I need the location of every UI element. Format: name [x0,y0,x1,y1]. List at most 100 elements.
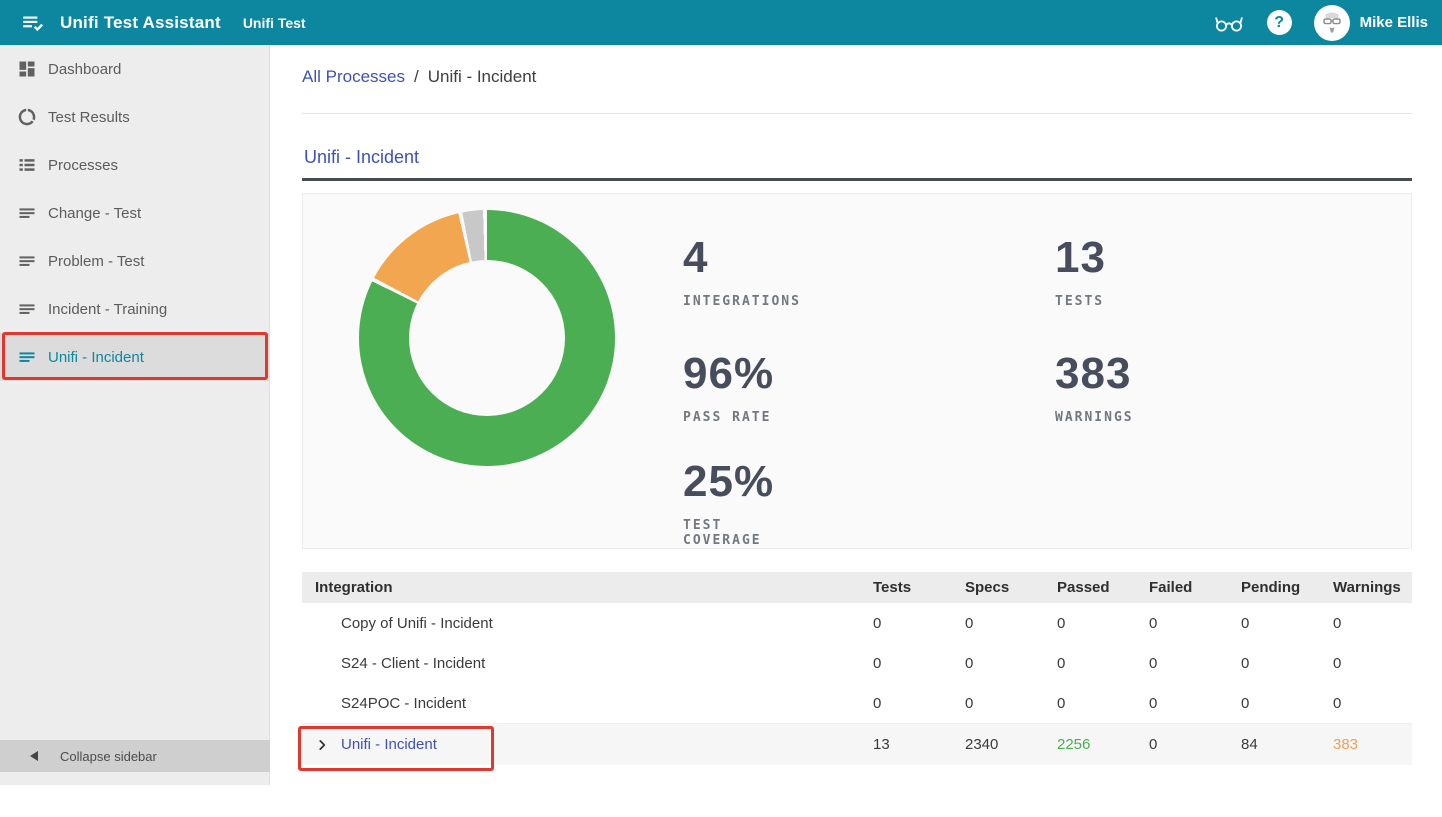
cell-passed: 0 [1057,655,1149,672]
top-bar: Unifi Test Assistant Unifi Test ? [0,0,1442,45]
cell-pending: 0 [1241,615,1333,632]
notes-icon [16,251,37,272]
notes-icon [16,299,37,320]
cell-warnings: 0 [1333,695,1412,712]
donut-hole [409,260,565,416]
sidebar-item-test-results[interactable]: Test Results [0,93,269,141]
sidebar-item-dashboard[interactable]: Dashboard [0,45,269,93]
stat-value: 96% [683,350,774,398]
sidebar-item-label: Test Results [48,109,130,126]
table-header: Integration Tests Specs Passed Failed Pe… [302,572,1412,603]
sidebar-item-incident-training[interactable]: Incident - Training [0,285,269,333]
cell-passed: 0 [1057,695,1149,712]
cell-tests: 0 [873,695,965,712]
main-content: All Processes / Unifi - Incident Unifi -… [270,45,1442,817]
table-row-unifi-incident[interactable]: Unifi - Incident 13 2340 2256 0 84 383 [302,723,1412,765]
app-title: Unifi Test Assistant [60,13,221,33]
breadcrumb-divider [302,113,1412,114]
cell-passed: 0 [1057,615,1149,632]
app-subtitle: Unifi Test [243,15,306,31]
integration-name: S24POC - Incident [341,695,466,712]
cell-specs: 0 [965,695,1057,712]
collapse-arrow-icon [30,751,38,761]
user-menu[interactable]: Mike Ellis [1314,5,1428,41]
cell-failed: 0 [1149,655,1241,672]
sidebar: Dashboard Test Results Processes Change … [0,45,270,785]
col-pending: Pending [1241,579,1333,596]
breadcrumb-current: Unifi - Incident [428,67,537,87]
expand-chevron-icon[interactable] [315,738,329,752]
list-icon [16,155,37,176]
notes-icon [16,347,37,368]
col-specs: Specs [965,579,1057,596]
cell-tests: 0 [873,615,965,632]
stat-test-coverage: 25% TEST COVERAGE [683,458,774,548]
notes-icon [16,203,37,224]
stat-pass-rate: 96% PASS RATE [683,350,774,425]
app-window: Unifi Test Assistant Unifi Test ? [0,0,1442,817]
title-underline [302,178,1412,181]
sidebar-item-label: Processes [48,157,118,174]
dashboard-icon [16,59,37,80]
sidebar-item-label: Problem - Test [48,253,144,270]
table-row[interactable]: Copy of Unifi - Incident 0 0 0 0 0 0 [302,603,1412,643]
stat-value: 13 [1055,234,1106,282]
sidebar-item-label: Unifi - Incident [48,349,144,366]
cell-pending: 0 [1241,695,1333,712]
cell-specs: 2340 [965,736,1057,753]
stat-warnings: 383 WARNINGS [1055,350,1134,425]
breadcrumb-all-processes[interactable]: All Processes [302,67,405,87]
sidebar-item-label: Dashboard [48,61,121,78]
pie-chart-icon [16,107,37,128]
cell-warnings: 0 [1333,655,1412,672]
col-failed: Failed [1149,579,1241,596]
stat-label: TESTS [1055,294,1106,309]
sidebar-item-problem-test[interactable]: Problem - Test [0,237,269,285]
help-glyph: ? [1274,14,1284,32]
cell-passed: 2256 [1057,736,1149,753]
cell-specs: 0 [965,655,1057,672]
stat-label: TEST COVERAGE [683,518,774,548]
summary-card: 4 INTEGRATIONS 96% PASS RATE 25% TEST CO… [302,193,1412,549]
stat-value: 383 [1055,350,1134,398]
cell-warnings: 383 [1333,736,1412,753]
user-name: Mike Ellis [1360,14,1428,31]
sidebar-item-label: Incident - Training [48,301,167,318]
col-passed: Passed [1057,579,1149,596]
cell-tests: 0 [873,655,965,672]
page-title: Unifi - Incident [304,147,419,168]
table-row[interactable]: S24 - Client - Incident 0 0 0 0 0 0 [302,643,1412,683]
stat-value: 25% [683,458,774,506]
menu-check-icon[interactable] [20,10,46,36]
results-donut-chart [359,210,615,466]
stat-value: 4 [683,234,801,282]
cell-specs: 0 [965,615,1057,632]
stat-label: WARNINGS [1055,410,1134,425]
table-row[interactable]: S24POC - Incident 0 0 0 0 0 0 [302,683,1412,723]
stat-label: PASS RATE [683,410,774,425]
integration-link[interactable]: Unifi - Incident [341,736,437,753]
sidebar-item-processes[interactable]: Processes [0,141,269,189]
integration-name: S24 - Client - Incident [341,655,485,672]
cell-failed: 0 [1149,695,1241,712]
stat-label: INTEGRATIONS [683,294,801,309]
col-warnings: Warnings [1333,579,1412,596]
stat-tests: 13 TESTS [1055,234,1106,309]
sidebar-item-unifi-incident[interactable]: Unifi - Incident [0,333,269,381]
cell-failed: 0 [1149,736,1241,753]
cell-failed: 0 [1149,615,1241,632]
breadcrumb: All Processes / Unifi - Incident [302,67,536,87]
glasses-icon[interactable] [1213,11,1245,35]
collapse-label: Collapse sidebar [60,749,157,764]
collapse-sidebar-button[interactable]: Collapse sidebar [0,740,270,772]
help-icon[interactable]: ? [1267,10,1292,35]
integrations-table: Integration Tests Specs Passed Failed Pe… [302,572,1412,765]
col-integration: Integration [302,579,873,596]
col-tests: Tests [873,579,965,596]
sidebar-item-change-test[interactable]: Change - Test [0,189,269,237]
cell-warnings: 0 [1333,615,1412,632]
integration-name: Copy of Unifi - Incident [341,615,493,632]
user-avatar [1314,5,1350,41]
breadcrumb-separator: / [414,67,419,87]
stat-integrations: 4 INTEGRATIONS [683,234,801,309]
